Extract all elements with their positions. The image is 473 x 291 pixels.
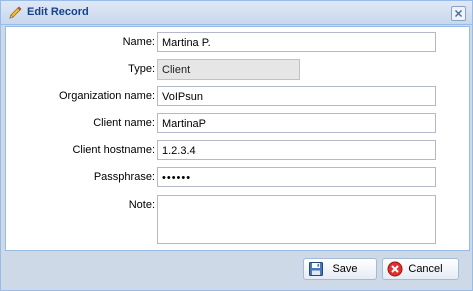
passphrase-field[interactable]: •••••• bbox=[157, 167, 436, 187]
name-row: Name: Martina P. bbox=[6, 32, 469, 54]
note-row: Note: bbox=[6, 195, 469, 247]
cancel-button[interactable]: Cancel bbox=[382, 258, 459, 280]
note-label: Note: bbox=[128, 199, 155, 211]
name-field[interactable]: Martina P. bbox=[157, 32, 436, 52]
save-button-label: Save bbox=[332, 263, 358, 275]
organization-field[interactable]: VoIPsun bbox=[157, 86, 436, 106]
client-hostname-label: Client hostname: bbox=[72, 144, 155, 156]
close-button[interactable] bbox=[451, 6, 466, 21]
passphrase-label: Passphrase: bbox=[93, 171, 155, 183]
client-name-field[interactable]: MartinaP bbox=[157, 113, 436, 133]
client-hostname-row: Client hostname: 1.2.3.4 bbox=[6, 140, 469, 162]
edit-record-dialog: Edit Record Name: Martina P. Type: Clien… bbox=[0, 0, 473, 291]
dialog-titlebar[interactable]: Edit Record bbox=[1, 1, 472, 25]
client-name-label: Client name: bbox=[93, 117, 155, 129]
dialog-title: Edit Record bbox=[27, 6, 89, 18]
client-hostname-field[interactable]: 1.2.3.4 bbox=[157, 140, 436, 160]
type-field: Client bbox=[157, 59, 300, 80]
type-row: Type: Client bbox=[6, 59, 469, 81]
note-field[interactable] bbox=[157, 195, 436, 244]
pencil-icon bbox=[7, 5, 23, 21]
client-name-row: Client name: MartinaP bbox=[6, 113, 469, 135]
cancel-button-label: Cancel bbox=[408, 263, 443, 275]
form-panel: Name: Martina P. Type: Client Organizati… bbox=[5, 26, 470, 251]
save-button[interactable]: Save bbox=[303, 258, 377, 280]
close-icon bbox=[455, 10, 462, 17]
passphrase-row: Passphrase: •••••• bbox=[6, 167, 469, 189]
organization-row: Organization name: VoIPsun bbox=[6, 86, 469, 108]
organization-label: Organization name: bbox=[59, 90, 155, 102]
type-label: Type: bbox=[128, 63, 155, 75]
name-label: Name: bbox=[122, 36, 155, 48]
